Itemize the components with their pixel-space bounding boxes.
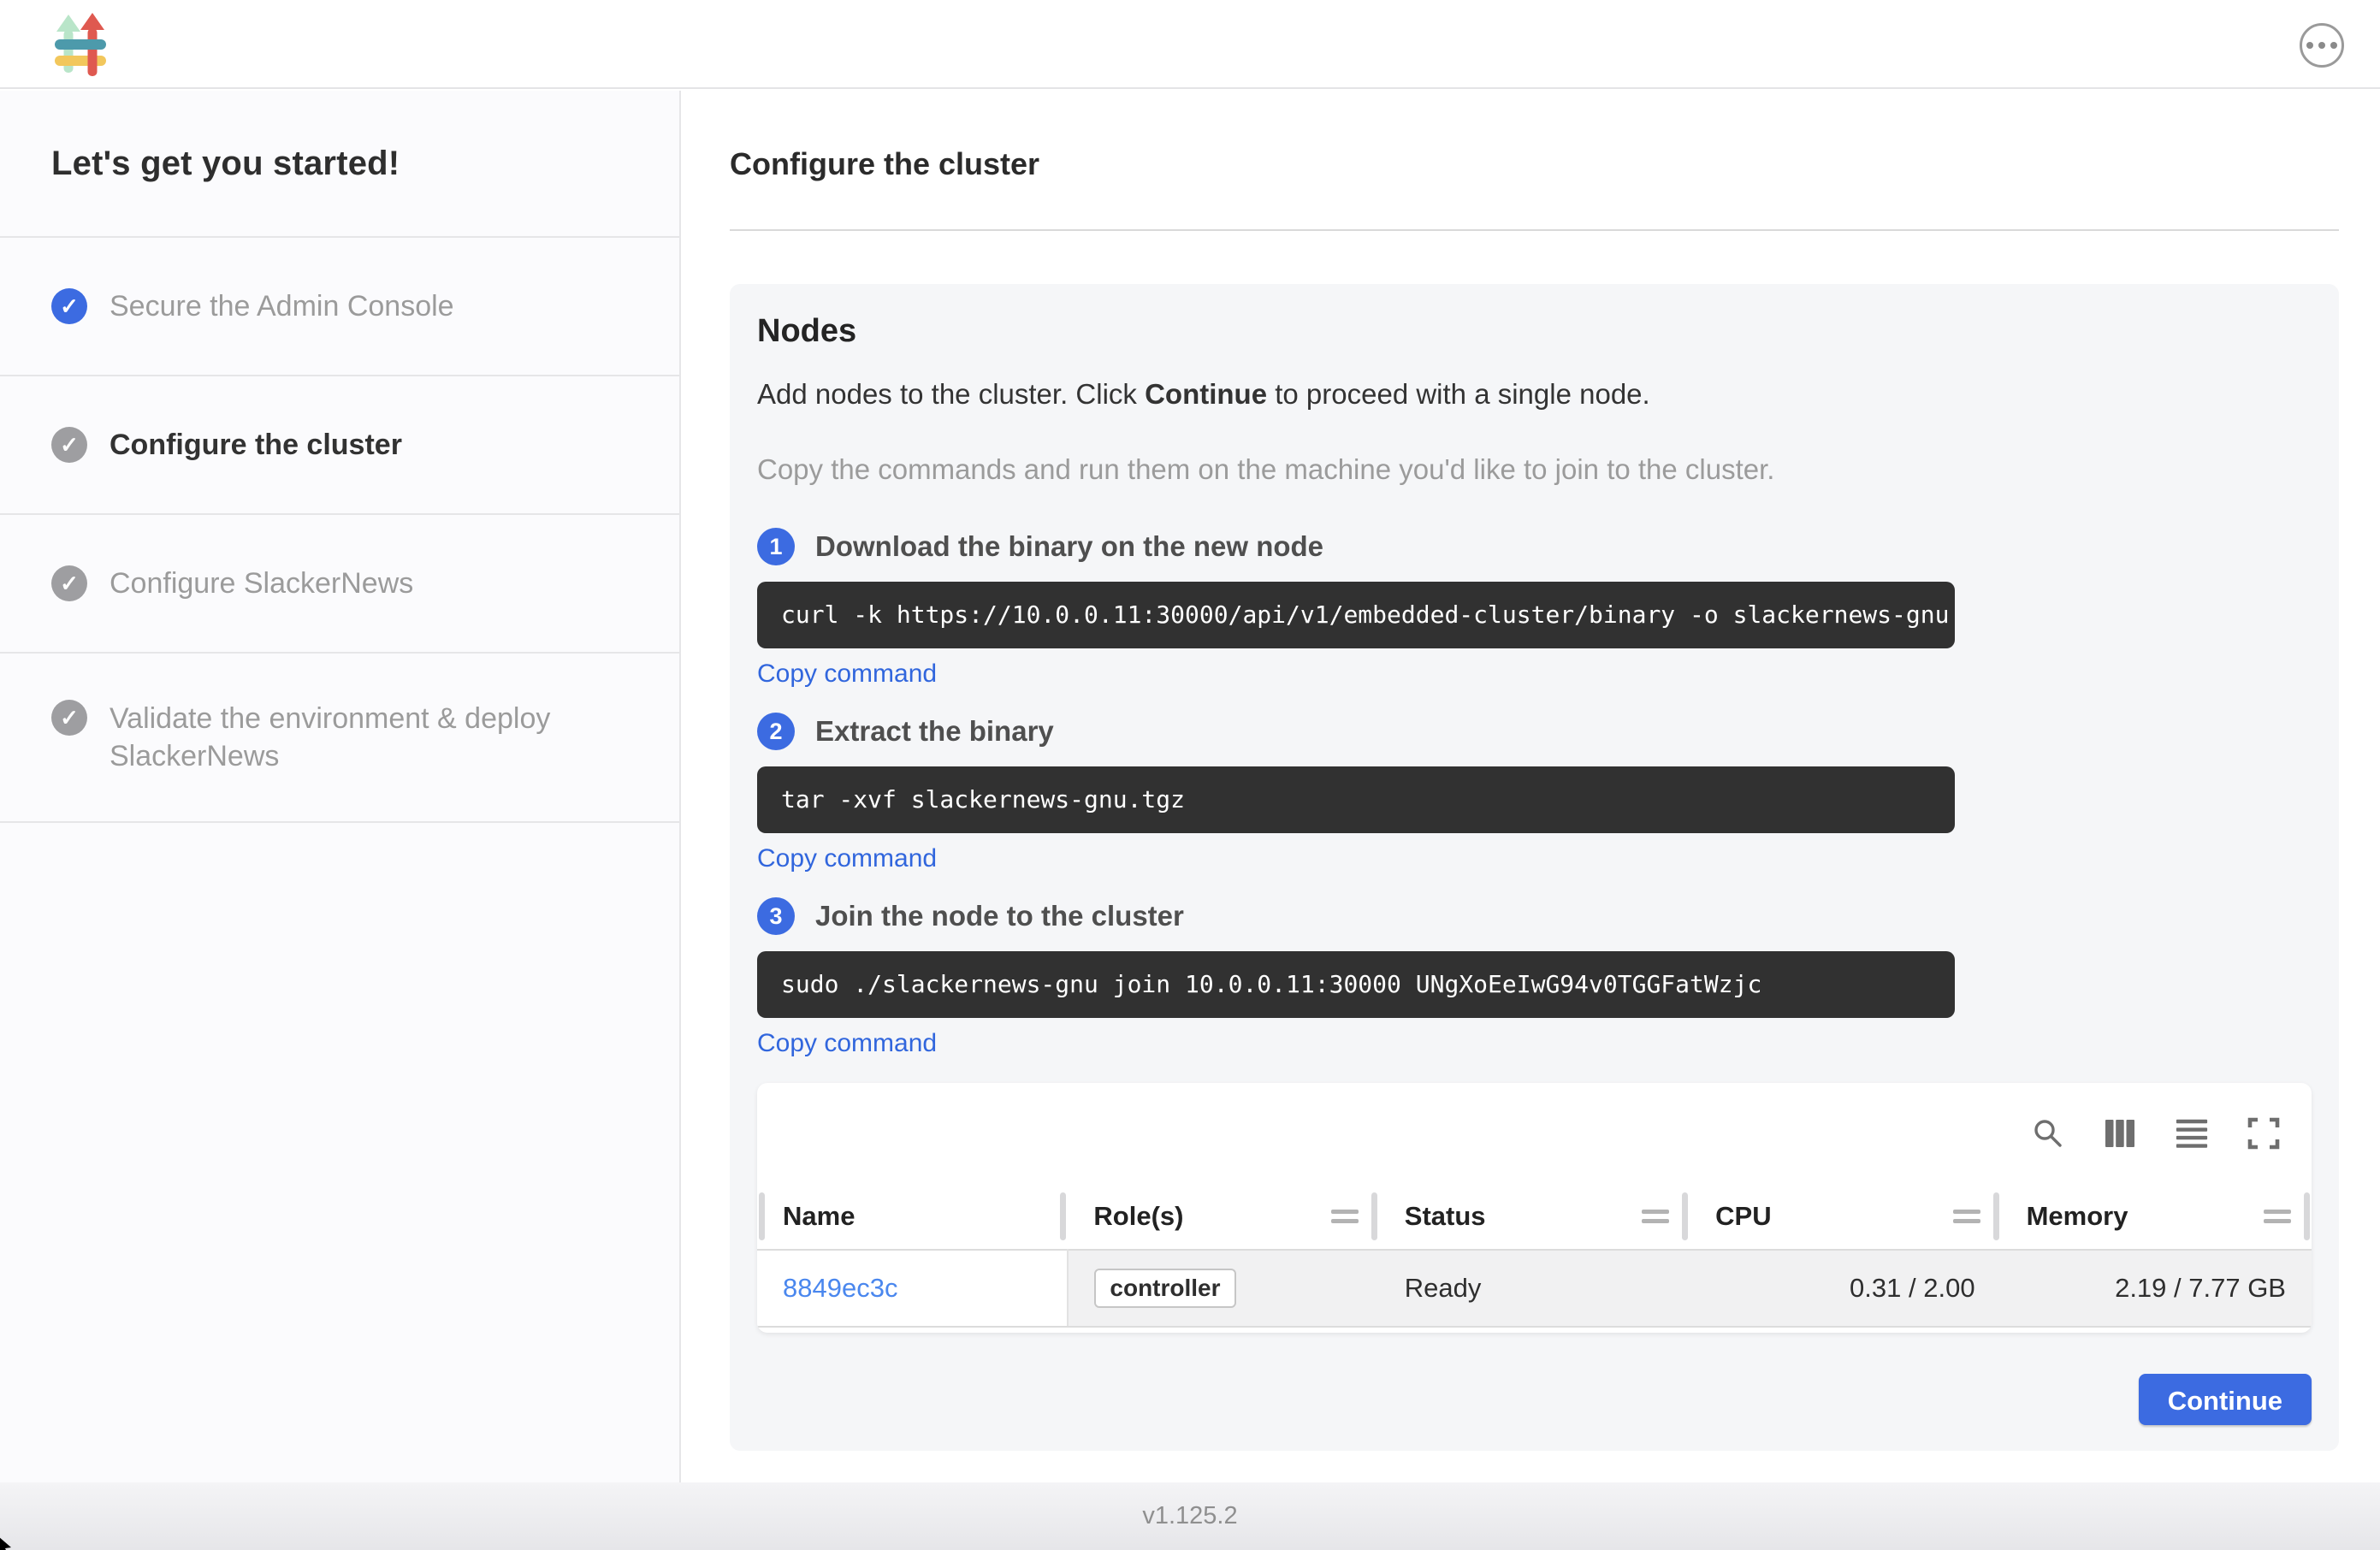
node-table-row: 8849ec3c controller Ready 0.31 / 2.00 2.… xyxy=(757,1250,2312,1327)
step-number-badge: 1 xyxy=(757,528,795,565)
node-name-link[interactable]: 8849ec3c xyxy=(783,1273,897,1303)
copy-command-link[interactable]: Copy command xyxy=(757,1030,937,1057)
ellipsis-icon xyxy=(2306,42,2313,49)
node-status-cell: Ready xyxy=(1379,1250,1690,1327)
column-header-name: Name xyxy=(757,1183,1068,1250)
nodes-table-card: Name Role(s) Status xyxy=(757,1083,2312,1333)
topbar xyxy=(0,0,2380,89)
column-resize-bar[interactable] xyxy=(759,1192,765,1240)
step-3-command-block: sudo ./slackernews-gnu join 10.0.0.11:30… xyxy=(757,951,1955,1018)
more-menu-button[interactable] xyxy=(2300,23,2344,68)
join-hint: Copy the commands and run them on the ma… xyxy=(757,453,2312,486)
column-header-memory: Memory xyxy=(2001,1183,2312,1250)
ellipsis-icon xyxy=(2330,42,2337,49)
column-header-status: Status xyxy=(1379,1183,1690,1250)
column-resize-bar[interactable] xyxy=(1060,1192,1066,1240)
card-actions: Continue xyxy=(757,1374,2312,1425)
nodes-table: Name Role(s) Status xyxy=(757,1183,2312,1328)
column-drag-handle-icon[interactable] xyxy=(1642,1210,1669,1223)
check-circle-icon: ✓ xyxy=(51,700,87,736)
sidebar-item-secure-admin-console: ✓ Secure the Admin Console xyxy=(0,238,679,376)
column-resize-bar[interactable] xyxy=(2304,1192,2310,1240)
nodes-intro: Add nodes to the cluster. Click Continue… xyxy=(757,378,2312,411)
node-roles-cell: controller xyxy=(1068,1250,1378,1327)
intro-continue-emphasis: Continue xyxy=(1145,378,1267,410)
column-drag-handle-icon[interactable] xyxy=(1953,1210,1980,1223)
copy-command-link[interactable]: Copy command xyxy=(757,660,937,688)
column-drag-handle-icon[interactable] xyxy=(1331,1210,1359,1223)
sidebar-item-configure-cluster: ✓ Configure the cluster xyxy=(0,376,679,515)
column-drag-handle-icon[interactable] xyxy=(2264,1210,2291,1223)
step-1-header: 1 Download the binary on the new node xyxy=(757,527,2312,566)
version-label: v1.125.2 xyxy=(1142,1502,1237,1530)
node-name-cell: 8849ec3c xyxy=(757,1250,1068,1327)
sidebar-title: Let's get you started! xyxy=(51,145,400,183)
step-1-command-block: curl -k https://10.0.0.11:30000/api/v1/e… xyxy=(757,582,1955,648)
step-title: Join the node to the cluster xyxy=(815,900,1184,932)
column-resize-bar[interactable] xyxy=(1682,1192,1688,1240)
ellipsis-icon xyxy=(2318,42,2325,49)
sidebar-item-label: Configure the cluster xyxy=(110,426,402,464)
setup-steps-sidebar: Let's get you started! ✓ Secure the Admi… xyxy=(0,91,681,1482)
sidebar-item-validate-deploy: ✓ Validate the environment & deploy Slac… xyxy=(0,654,679,823)
search-icon[interactable] xyxy=(2031,1116,2065,1151)
view-columns-icon[interactable] xyxy=(2103,1116,2137,1151)
step-number-badge: 2 xyxy=(757,713,795,750)
role-badge: controller xyxy=(1094,1269,1235,1308)
step-3-header: 3 Join the node to the cluster xyxy=(757,896,2312,936)
node-cpu-cell: 0.31 / 2.00 xyxy=(1690,1250,2000,1327)
check-circle-icon: ✓ xyxy=(51,427,87,463)
intro-prefix: Add nodes to the cluster. Click xyxy=(757,378,1145,410)
footer: v1.125.2 xyxy=(0,1482,2380,1550)
sidebar-item-label: Validate the environment & deploy Slacke… xyxy=(110,700,638,775)
column-resize-bar[interactable] xyxy=(1993,1192,1999,1240)
admin-console-page: Let's get you started! ✓ Secure the Admi… xyxy=(0,0,2380,1550)
slackernews-logo xyxy=(53,13,108,76)
continue-button[interactable]: Continue xyxy=(2139,1374,2312,1425)
sidebar-item-label: Configure SlackerNews xyxy=(110,565,413,602)
table-header-row: Name Role(s) Status xyxy=(757,1183,2312,1250)
nodes-card: Nodes Add nodes to the cluster. Click Co… xyxy=(730,284,2339,1451)
intro-suffix: to proceed with a single node. xyxy=(1267,378,1650,410)
mouse-cursor xyxy=(0,1533,19,1550)
sidebar-item-label: Secure the Admin Console xyxy=(110,287,454,325)
column-header-roles: Role(s) xyxy=(1068,1183,1378,1250)
column-resize-bar[interactable] xyxy=(1371,1192,1377,1240)
step-2-command-block: tar -xvf slackernews-gnu.tgz xyxy=(757,766,1955,833)
check-circle-icon: ✓ xyxy=(51,565,87,601)
sidebar-header: Let's get you started! xyxy=(0,91,679,238)
copy-command-link[interactable]: Copy command xyxy=(757,845,937,873)
check-circle-icon: ✓ xyxy=(51,288,87,324)
nodes-heading: Nodes xyxy=(757,284,2312,351)
fullscreen-icon[interactable] xyxy=(2247,1116,2281,1151)
main-content: Configure the cluster Nodes Add nodes to… xyxy=(683,91,2380,1482)
title-divider xyxy=(730,229,2339,231)
step-title: Download the binary on the new node xyxy=(815,530,1323,563)
step-number-badge: 3 xyxy=(757,897,795,935)
table-toolbar xyxy=(757,1083,2312,1183)
sidebar-item-configure-slackernews: ✓ Configure SlackerNews xyxy=(0,515,679,654)
step-2-header: 2 Extract the binary xyxy=(757,712,2312,751)
step-title: Extract the binary xyxy=(815,715,1054,748)
column-header-cpu: CPU xyxy=(1690,1183,2000,1250)
node-memory-cell: 2.19 / 7.77 GB xyxy=(2001,1250,2312,1327)
page-title: Configure the cluster xyxy=(730,145,2339,183)
density-icon[interactable] xyxy=(2175,1116,2209,1151)
